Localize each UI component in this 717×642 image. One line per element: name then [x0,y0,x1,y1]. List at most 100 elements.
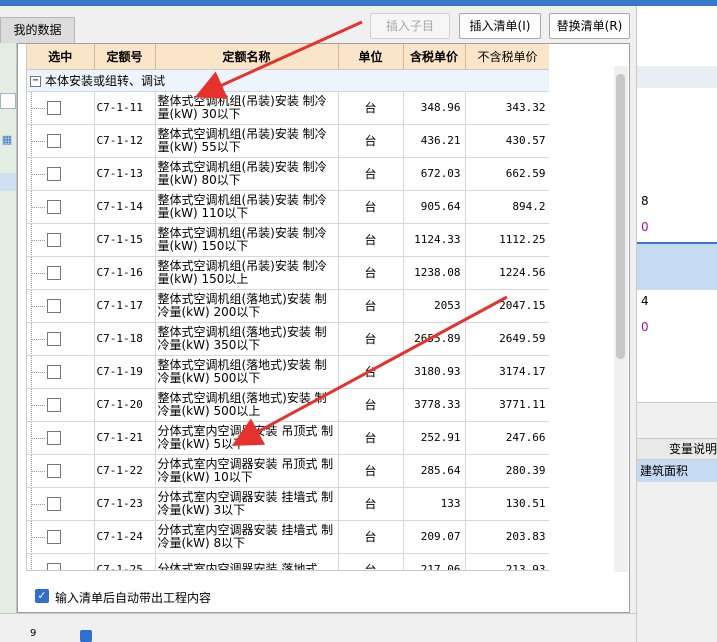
table-row[interactable]: C7-1-14 整体式空调机组(吊装)安装 制冷量(kW) 110以下台 905.6… [27,190,549,224]
quota-unit: 台 [338,157,404,191]
table-row[interactable]: C7-1-12 整体式空调机组(吊装)安装 制冷量(kW) 55以下台 436.21… [27,124,549,158]
price-without-tax: 1112.25 [465,223,549,257]
quota-name: 分体式室内空调器安装 挂墙式 制冷量(kW) 8以下 [155,520,339,554]
vertical-scrollbar[interactable] [614,66,628,572]
select-cell[interactable] [27,256,95,290]
insert-sub-item-button[interactable]: 插入子目 [370,13,450,39]
right-row [637,66,717,88]
select-cell[interactable] [27,124,95,158]
replace-list-button[interactable]: 替换清单(R) [549,13,630,39]
select-cell[interactable] [27,223,95,257]
select-cell[interactable] [27,421,95,455]
table-row[interactable]: C7-1-20 整体式空调机组(落地式)安装 制冷量(kW) 500以上台 3778… [27,388,549,422]
left-selected-band [0,173,16,191]
row-checkbox[interactable] [47,265,61,280]
table-row[interactable]: C7-1-11 整体式空调机组(吊装)安装 制冷量(kW) 30以下台 348.96… [27,91,549,125]
table-row[interactable]: C7-1-19 整体式空调机组(落地式)安装 制冷量(kW) 500以下台 3180… [27,355,549,389]
header-price-tax[interactable]: 含税单价 [403,44,466,70]
row-checkbox[interactable] [47,463,61,478]
row-checkbox[interactable] [47,298,61,313]
select-cell[interactable] [27,355,95,389]
bottom-strip: 9 [0,613,636,642]
row-checkbox[interactable] [47,529,61,544]
auto-content-label: 输入清单后自动带出工程内容 [55,591,212,605]
quota-code: C7-1-25 [94,553,156,570]
auto-content-checkbox[interactable]: ✓ [35,589,49,603]
header-name[interactable]: 定额名称 [155,44,339,70]
row-checkbox[interactable] [47,133,61,148]
price-with-tax: 2053 [403,289,466,323]
price-without-tax: 1224.56 [465,256,549,290]
collapse-icon[interactable]: − [30,75,41,87]
select-cell[interactable] [27,157,95,191]
row-checkbox[interactable] [47,397,61,412]
row-checkbox[interactable] [47,364,61,379]
quota-unit: 台 [338,487,404,521]
table-row[interactable]: C7-1-21 分体式室内空调器安装 吊顶式 制冷量(kW) 5以下台 252.91… [27,421,549,455]
table-row[interactable]: C7-1-18 整体式空调机组(落地式)安装 制冷量(kW) 350以下台 2655… [27,322,549,356]
quota-name: 整体式空调机组(落地式)安装 制冷量(kW) 500以下 [155,355,339,389]
quota-code: C7-1-21 [94,421,156,455]
tab-my-data[interactable]: 我的数据 [0,17,75,43]
left-panel-strip: ▦ [0,43,17,613]
quota-code: C7-1-14 [94,190,156,224]
select-cell[interactable] [27,520,95,554]
table-row[interactable]: C7-1-23 分体式室内空调器安装 挂墙式 制冷量(kW) 3以下台 133 130… [27,487,549,521]
quota-name: 整体式空调机组(落地式)安装 制冷量(kW) 200以下 [155,289,339,323]
price-with-tax: 209.07 [403,520,466,554]
quota-unit: 台 [338,388,404,422]
row-checkbox[interactable] [47,496,61,511]
group-label: 本体安装或组转、调试 [45,73,166,88]
right-value: 8 [641,194,649,208]
table-row[interactable]: C7-1-16 整体式空调机组(吊装)安装 制冷量(kW) 150以上台 1238.… [27,256,549,290]
header-code[interactable]: 定额号 [94,44,156,70]
quota-unit: 台 [338,91,404,125]
table-row[interactable]: C7-1-15 整体式空调机组(吊装)安装 制冷量(kW) 150以下台 1124.… [27,223,549,257]
price-with-tax: 436.21 [403,124,466,158]
select-cell[interactable] [27,190,95,224]
select-cell[interactable] [27,91,95,125]
select-cell[interactable] [27,487,95,521]
quota-name: 整体式空调机组(落地式)安装 制冷量(kW) 350以下 [155,322,339,356]
grid-icon[interactable]: ▦ [0,133,14,147]
quota-code: C7-1-24 [94,520,156,554]
row-checkbox[interactable] [47,232,61,247]
quota-code: C7-1-23 [94,487,156,521]
select-cell[interactable] [27,553,95,570]
right-selected-cell[interactable]: 建筑面积 [637,460,717,482]
select-cell[interactable] [27,454,95,488]
quota-code: C7-1-11 [94,91,156,125]
right-background-pane: 8 0 4 0 变量说明 建筑面积 [636,6,717,642]
header-unit[interactable]: 单位 [338,44,404,70]
scrollbar-thumb[interactable] [616,74,625,359]
table-row[interactable]: C7-1-17 整体式空调机组(落地式)安装 制冷量(kW) 200以下台 2053… [27,289,549,323]
insert-list-button[interactable]: 插入清单(I) [459,13,541,39]
quota-name: 整体式空调机组(吊装)安装 制冷量(kW) 150以上 [155,256,339,290]
header-price-notax[interactable]: 不含税单价 [465,44,549,70]
select-cell[interactable] [27,322,95,356]
row-checkbox[interactable] [47,100,61,115]
group-row[interactable]: − 本体安装或组转、调试 [27,69,549,92]
right-value: 0 [641,320,649,334]
quota-name: 分体式室内空调器安装 挂墙式 制冷量(kW) 3以下 [155,487,339,521]
select-cell[interactable] [27,388,95,422]
bottom-checkbox[interactable] [80,630,92,642]
table-row[interactable]: C7-1-13 整体式空调机组(吊装)安装 制冷量(kW) 80以下台 672.03… [27,157,549,191]
right-column-header[interactable]: 变量说明 [637,438,717,460]
row-checkbox[interactable] [47,166,61,181]
select-cell[interactable] [27,289,95,323]
table-row[interactable]: C7-1-24 分体式室内空调器安装 挂墙式 制冷量(kW) 8以下台 209.07… [27,520,549,554]
table-row[interactable]: C7-1-22 分体式室内空调器安装 吊顶式 制冷量(kW) 10以下台 285.6… [27,454,549,488]
row-checkbox[interactable] [47,199,61,214]
price-without-tax: 894.2 [465,190,549,224]
row-checkbox[interactable] [47,331,61,346]
row-checkbox[interactable] [47,430,61,445]
price-with-tax: 3778.33 [403,388,466,422]
left-dropdown[interactable] [0,93,16,109]
table-row[interactable]: C7-1-25 分体式室内空调器安装 落地式台 217.06 213.93 [27,553,549,570]
row-checkbox[interactable] [47,562,61,570]
price-with-tax: 905.64 [403,190,466,224]
price-with-tax: 285.64 [403,454,466,488]
header-select[interactable]: 选中 [27,44,95,70]
quota-code: C7-1-17 [94,289,156,323]
